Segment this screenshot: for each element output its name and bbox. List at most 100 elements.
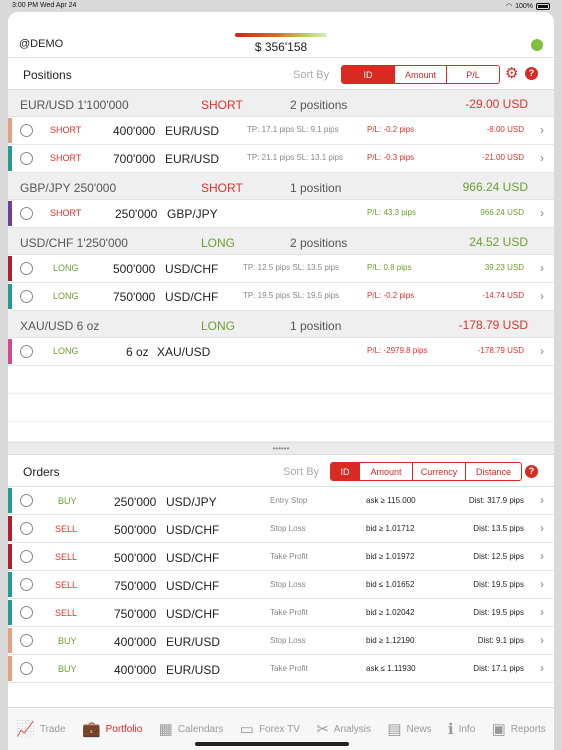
row-select-radio[interactable]: [20, 606, 33, 619]
sort-id-button[interactable]: ID: [342, 66, 394, 83]
tab-trade[interactable]: 📈 Trade: [16, 722, 65, 737]
order-row[interactable]: SELL 500'000 USD/CHF Take Profit bid ≥ 1.019…: [8, 543, 554, 571]
tab-forex-tv[interactable]: ▭ Forex TV: [240, 722, 300, 737]
order-symbol: EUR/USD: [166, 663, 221, 677]
order-side: BUY: [58, 496, 77, 506]
row-side: SHORT: [50, 208, 82, 218]
order-distance: Dist: 19.5 pips: [473, 608, 524, 617]
sort-pl-button[interactable]: P/L: [446, 66, 499, 83]
order-row[interactable]: SELL 750'000 USD/CHF Take Profit bid ≥ 1.020…: [8, 599, 554, 627]
row-color-bar: [8, 628, 12, 653]
row-select-radio[interactable]: [20, 550, 33, 563]
position-row[interactable]: LONG 500'000 USD/CHF TP: 12.5 pips SL: 1…: [8, 255, 554, 283]
position-row[interactable]: LONG 6 oz XAU/USD P/L: -2979.8 pips -178…: [8, 338, 554, 366]
chevron-right-icon[interactable]: ›: [540, 549, 544, 563]
row-select-radio[interactable]: [20, 152, 33, 165]
tab-analysis[interactable]: ✂ Analysis: [316, 722, 371, 737]
orders-help-icon[interactable]: ?: [525, 465, 538, 478]
order-sort-amount-button[interactable]: Amount: [359, 463, 412, 480]
order-row[interactable]: BUY 250'000 USD/JPY Entry Stop ask ≥ 115.000…: [8, 487, 554, 515]
chevron-right-icon[interactable]: ›: [540, 206, 544, 220]
row-amount: 6 oz: [126, 345, 149, 359]
chevron-right-icon[interactable]: ›: [540, 633, 544, 647]
tab-calendars[interactable]: ▦ Calendars: [159, 722, 224, 737]
position-group[interactable]: EUR/USD 1'100'000 SHORT 2 positions -29.…: [8, 90, 554, 117]
tab-label: Trade: [39, 723, 66, 735]
chevron-right-icon[interactable]: ›: [540, 521, 544, 535]
row-select-radio[interactable]: [20, 522, 33, 535]
row-tp-sl: TP: 21.1 pips SL: 13.1 pips: [247, 153, 344, 162]
row-select-radio[interactable]: [20, 494, 33, 507]
orders-sort-control: ID Amount Currency Distance: [330, 462, 522, 481]
chevron-right-icon[interactable]: ›: [540, 577, 544, 591]
row-select-radio[interactable]: [20, 124, 33, 137]
tab-info[interactable]: ℹ Info: [448, 722, 475, 737]
position-row[interactable]: SHORT 250'000 GBP/JPY P/L: 43.3 pips 966…: [8, 200, 554, 228]
row-pl: -178.79 USD: [477, 346, 524, 355]
positions-sort-label: Sort By: [293, 69, 330, 81]
account-balance: $ 356'158: [254, 40, 308, 54]
row-pl-pips: P/L: -0.2 pips: [367, 291, 415, 300]
order-row[interactable]: SELL 750'000 USD/CHF Stop Loss bid ≤ 1.01652…: [8, 571, 554, 599]
order-type: Take Profit: [270, 664, 308, 673]
group-count: 2 positions: [290, 98, 348, 112]
position-group[interactable]: USD/CHF 1'250'000 LONG 2 positions 24.52…: [8, 228, 554, 255]
group-pair: USD/CHF 1'250'000: [20, 236, 128, 250]
positions-help-icon[interactable]: ?: [525, 67, 538, 80]
chevron-right-icon[interactable]: ›: [540, 344, 544, 358]
chevron-right-icon[interactable]: ›: [540, 261, 544, 275]
order-row[interactable]: BUY 400'000 EUR/USD Stop Loss bid ≥ 1.12190 D…: [8, 627, 554, 655]
row-select-radio[interactable]: [20, 662, 33, 675]
gear-icon[interactable]: ⚙: [505, 66, 518, 81]
order-row[interactable]: SELL 500'000 USD/CHF Stop Loss bid ≥ 1.01712…: [8, 515, 554, 543]
tab-portfolio[interactable]: 💼 Portfolio: [82, 722, 142, 737]
row-side: LONG: [53, 263, 79, 273]
chevron-right-icon[interactable]: ›: [540, 123, 544, 137]
battery-icon: [536, 2, 550, 10]
positions-list: EUR/USD 1'100'000 SHORT 2 positions -29.…: [8, 90, 554, 442]
order-distance: Dist: 19.5 pips: [473, 580, 524, 589]
wifi-icon: ◠: [505, 3, 513, 10]
order-sort-distance-button[interactable]: Distance: [465, 463, 521, 480]
chevron-right-icon[interactable]: ›: [540, 493, 544, 507]
chevron-right-icon[interactable]: ›: [540, 605, 544, 619]
group-pl: 966.24 USD: [462, 180, 528, 194]
row-select-radio[interactable]: [20, 345, 33, 358]
group-pl: -178.79 USD: [458, 318, 528, 332]
chevron-right-icon[interactable]: ›: [540, 151, 544, 165]
tab-reports[interactable]: ▣ Reports: [492, 722, 546, 737]
sort-amount-button[interactable]: Amount: [394, 66, 446, 83]
row-side: SHORT: [50, 153, 82, 163]
row-select-radio[interactable]: [20, 634, 33, 647]
row-select-radio[interactable]: [20, 578, 33, 591]
tab-news[interactable]: ▤ News: [387, 722, 431, 737]
position-row[interactable]: SHORT 400'000 EUR/USD TP: 17.1 pips SL: …: [8, 117, 554, 145]
group-pl: -29.00 USD: [465, 97, 528, 111]
order-sort-currency-button[interactable]: Currency: [412, 463, 465, 480]
row-select-radio[interactable]: [20, 207, 33, 220]
empty-row: [8, 422, 554, 442]
order-distance: Dist: 13.5 pips: [473, 524, 524, 533]
chevron-right-icon[interactable]: ›: [540, 289, 544, 303]
row-pl: 966.24 USD: [480, 208, 524, 217]
row-tp-sl: TP: 17.1 pips SL: 9.1 pips: [247, 125, 339, 134]
order-type: Stop Loss: [270, 524, 306, 533]
order-type: Take Profit: [270, 608, 308, 617]
position-group[interactable]: XAU/USD 6 oz LONG 1 position -178.79 USD: [8, 311, 554, 338]
order-distance: Dist: 12.5 pips: [473, 552, 524, 561]
split-drag-handle[interactable]: ••••••: [8, 442, 554, 455]
chevron-right-icon[interactable]: ›: [540, 661, 544, 675]
row-symbol: USD/CHF: [165, 290, 219, 304]
position-group[interactable]: GBP/JPY 250'000 SHORT 1 position 966.24 …: [8, 173, 554, 200]
row-select-radio[interactable]: [20, 290, 33, 303]
order-sort-id-button[interactable]: ID: [331, 463, 359, 480]
row-symbol: GBP/JPY: [167, 207, 218, 221]
position-row[interactable]: SHORT 700'000 EUR/USD TP: 21.1 pips SL: …: [8, 145, 554, 173]
status-bar: 3:00 PM Wed Apr 24 ◠ 100%: [0, 0, 562, 12]
position-row[interactable]: LONG 750'000 USD/CHF TP: 19.5 pips SL: 1…: [8, 283, 554, 311]
row-amount: 250'000: [115, 207, 158, 221]
orders-header: Orders Sort By ID Amount Currency Distan…: [8, 455, 554, 487]
row-select-radio[interactable]: [20, 262, 33, 275]
row-color-bar: [8, 201, 12, 226]
order-row[interactable]: BUY 400'000 EUR/USD Take Profit ask ≤ 1.1193…: [8, 655, 554, 683]
